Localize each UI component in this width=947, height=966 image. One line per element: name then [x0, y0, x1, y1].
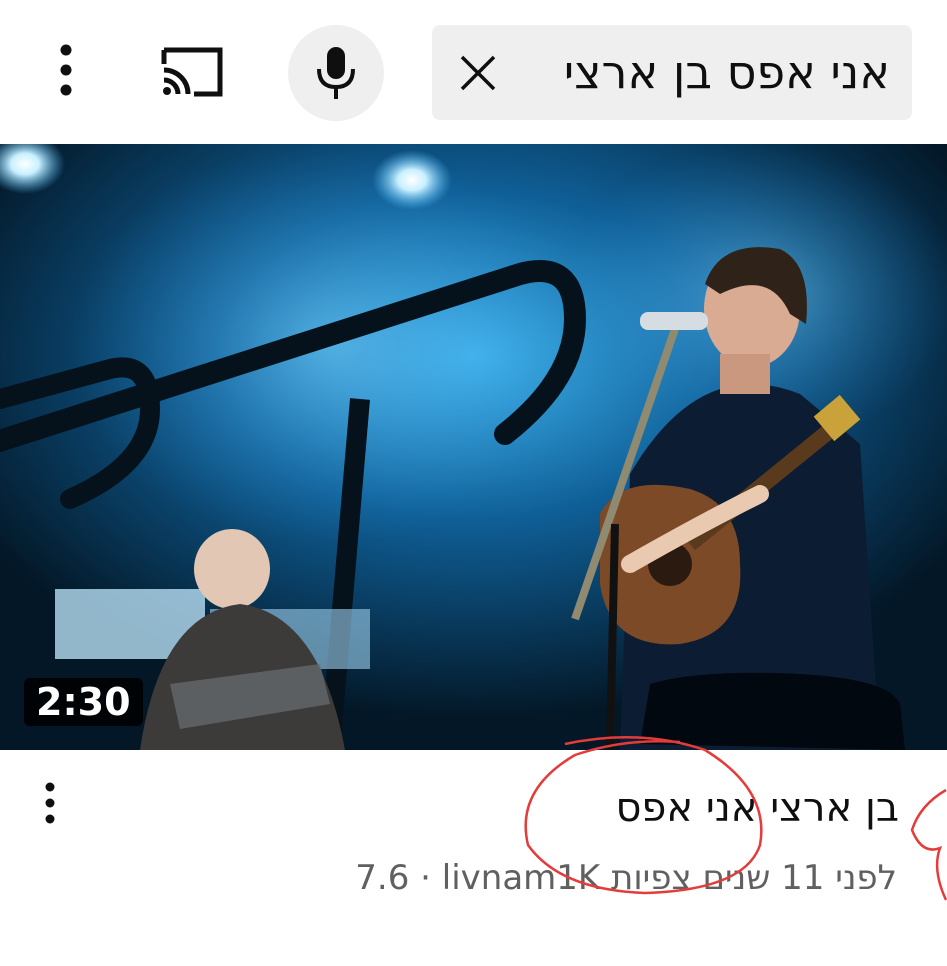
search-input[interactable]: אני אפס בן ארצי: [432, 25, 912, 120]
video-metadata: 7.6 · livnam1K לפני 11 שנים צפיות: [355, 856, 897, 900]
top-bar: אני אפס בן ארצי: [0, 0, 947, 144]
more-options-icon[interactable]: [40, 42, 92, 98]
video-duration-badge: 2:30: [24, 678, 143, 726]
close-icon[interactable]: [458, 53, 498, 93]
channel-name[interactable]: livnam1K: [442, 856, 600, 900]
view-count: 7.6: [355, 858, 410, 898]
video-title[interactable]: בן ארצי אני אפס: [615, 782, 899, 834]
video-more-options-icon[interactable]: [32, 782, 68, 824]
search-query-text[interactable]: אני אפס בן ארצי: [564, 39, 890, 105]
cast-icon[interactable]: [158, 44, 228, 98]
video-thumbnail[interactable]: [0, 144, 947, 750]
voice-search-button[interactable]: [288, 25, 384, 121]
microphone-icon: [317, 47, 355, 99]
meta-separator: ·: [420, 858, 431, 898]
upload-age: לפני 11 שנים צפיות: [611, 858, 897, 898]
